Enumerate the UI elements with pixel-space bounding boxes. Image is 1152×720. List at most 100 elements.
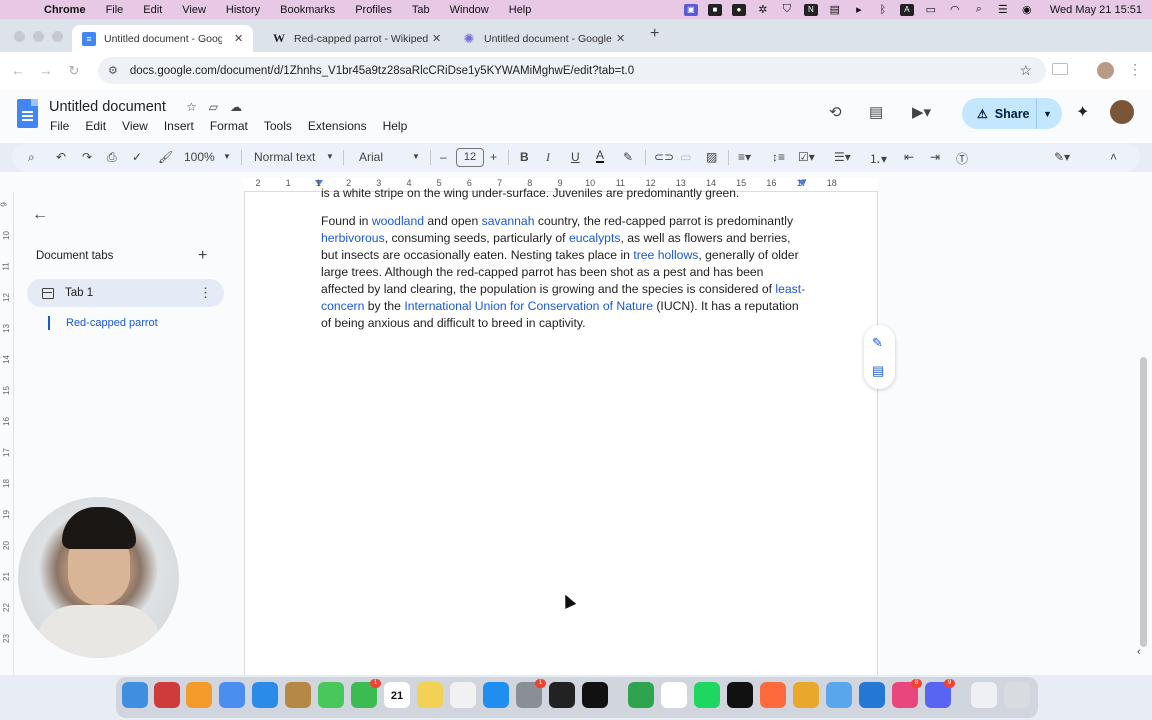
brightness-icon[interactable]: ✲	[756, 4, 770, 16]
text-color-icon[interactable]: A	[596, 149, 605, 163]
claude-icon[interactable]	[760, 682, 786, 708]
safari-icon[interactable]	[252, 682, 278, 708]
add-comment-icon[interactable]: ▤	[872, 363, 884, 379]
document-page[interactable]: is a white stripe on the wing under-surf…	[244, 186, 878, 675]
video-icon[interactable]: ■	[707, 3, 722, 16]
profile-avatar[interactable]	[1097, 62, 1114, 79]
bookmark-star-icon[interactable]: ☆	[1019, 62, 1032, 79]
minimize-window-button[interactable]	[33, 31, 44, 42]
print-icon[interactable]: ⎙	[107, 150, 117, 165]
chevron-down-icon[interactable]: ▼	[223, 152, 231, 161]
browser-tab-2[interactable]: W Red-capped parrot - Wikipedia ✕	[262, 25, 451, 52]
docs-logo-icon[interactable]	[17, 99, 38, 128]
chevron-down-icon[interactable]: ▼	[1043, 109, 1052, 119]
menubar-view[interactable]: View	[182, 4, 206, 16]
browser-tab-3[interactable]: ✺ Untitled document - Google Docs ✕	[452, 25, 635, 52]
insert-image-icon[interactable]: ▨	[706, 150, 717, 164]
menu-format[interactable]: Format	[210, 119, 248, 133]
checklist-icon[interactable]: ☑▾	[798, 150, 815, 164]
back-icon[interactable]: ←	[9, 63, 27, 78]
menu-file[interactable]: File	[50, 119, 69, 133]
adobe-icon[interactable]: A	[899, 3, 914, 16]
capcut-icon[interactable]	[727, 682, 753, 708]
notes-icon[interactable]	[417, 682, 443, 708]
link-tree-hollows[interactable]: tree hollows	[633, 248, 698, 262]
play-icon[interactable]: ▸	[852, 4, 866, 16]
address-bar[interactable]: ⚙ docs.google.com/document/d/1Zhnhs_V1br…	[98, 57, 1046, 84]
menubar-bookmarks[interactable]: Bookmarks	[280, 4, 335, 16]
menubar-app-name[interactable]: Chrome	[44, 4, 86, 16]
move-folder-icon[interactable]: ▱	[209, 100, 218, 114]
chevron-down-icon[interactable]: ▼	[412, 152, 420, 161]
close-tab-icon[interactable]: ✕	[432, 32, 441, 45]
facetime-icon[interactable]: 1	[351, 679, 381, 708]
chevron-down-icon[interactable]: ▼	[326, 152, 334, 161]
notion-icon[interactable]: N	[803, 3, 818, 16]
site-info-icon[interactable]: ⚙	[108, 64, 118, 77]
close-outline-arrow-icon[interactable]: ←	[32, 206, 48, 224]
undo-icon[interactable]: ↶	[56, 150, 66, 164]
menubar-profiles[interactable]: Profiles	[355, 4, 392, 16]
address-url[interactable]: docs.google.com/document/d/1Zhnhs_V1br45…	[130, 65, 634, 77]
menu-view[interactable]: View	[122, 119, 148, 133]
menu-edit[interactable]: Edit	[85, 119, 106, 133]
close-tab-icon[interactable]: ✕	[616, 32, 625, 45]
underline-icon[interactable]: U	[571, 150, 580, 164]
chrome-menu-icon[interactable]: ⋮	[1128, 61, 1142, 78]
browser-tab-1[interactable]: ≡ Untitled document - Google Docs ✕	[72, 25, 254, 52]
menubar-edit[interactable]: Edit	[143, 4, 162, 16]
bluetooth-icon[interactable]: ᛒ	[876, 4, 890, 16]
menubar-history[interactable]: History	[226, 4, 260, 16]
link-icon[interactable]: ⊂⊃	[654, 150, 674, 164]
files-icon[interactable]	[826, 682, 852, 708]
bulleted-list-icon[interactable]: ☰▾	[834, 150, 851, 164]
redo-icon[interactable]: ↷	[82, 150, 92, 164]
star-icon[interactable]: ☆	[186, 100, 197, 114]
edit-suggest-icon[interactable]: ✎	[872, 335, 883, 351]
comments-icon[interactable]: ▤	[869, 103, 883, 121]
decrease-indent-icon[interactable]: ⇤	[904, 150, 914, 164]
numbered-list-icon[interactable]: ⒈▾	[869, 150, 887, 167]
share-button[interactable]: ⚠ Share ▼	[962, 98, 1062, 129]
cloud-status-icon[interactable]: ☁	[230, 100, 242, 114]
launchpad-icon[interactable]	[186, 682, 212, 708]
document-title[interactable]: Untitled document	[49, 99, 166, 115]
trash-icon[interactable]	[1004, 682, 1030, 708]
meet-icon[interactable]: ▶▾	[912, 103, 931, 121]
decrease-font-icon[interactable]: –	[440, 150, 447, 164]
slack-icon[interactable]: 8	[892, 679, 922, 708]
clipboard-icon[interactable]: ▤	[828, 4, 842, 16]
bold-icon[interactable]: B	[520, 150, 529, 164]
sidebar-tab-1[interactable]: Tab 1 ⋮	[27, 279, 224, 307]
body-paragraph[interactable]: Found in woodland and open savannah coun…	[321, 213, 807, 332]
menu-extensions[interactable]: Extensions	[308, 119, 367, 133]
tab-options-icon[interactable]: ⋮	[199, 285, 212, 301]
screen-record-icon[interactable]: ▣	[683, 3, 698, 16]
account-avatar[interactable]	[1110, 100, 1134, 124]
add-tab-icon[interactable]: +	[198, 247, 207, 265]
tab-search-icon[interactable]	[1052, 63, 1068, 75]
mail-icon[interactable]	[219, 682, 245, 708]
chrome-icon[interactable]	[793, 682, 819, 708]
add-comment-icon[interactable]: ▭	[680, 150, 691, 164]
new-tab-button[interactable]: +	[650, 25, 659, 43]
pencil-app-icon[interactable]	[154, 682, 180, 708]
zoom-window-button[interactable]	[52, 31, 63, 42]
battery-icon[interactable]: ▭	[924, 4, 938, 16]
outline-heading-item[interactable]: Red-capped parrot	[66, 317, 158, 329]
menu-tools[interactable]: Tools	[264, 119, 292, 133]
archive-icon[interactable]	[285, 682, 311, 708]
siri-icon[interactable]: ◉	[1020, 4, 1034, 16]
editing-mode-icon[interactable]: ✎▾	[1054, 150, 1070, 164]
activity-monitor-icon[interactable]	[549, 682, 575, 708]
shield-icon[interactable]: ⛉	[780, 3, 794, 16]
font-select[interactable]: Arial	[359, 150, 383, 164]
zoom-select[interactable]: 100%	[184, 150, 215, 164]
link-woodland[interactable]: woodland	[372, 214, 424, 228]
menubar-file[interactable]: File	[106, 4, 124, 16]
collapse-menus-icon[interactable]: ˄	[1110, 150, 1117, 164]
font-size-input[interactable]: 12	[456, 148, 484, 167]
link-savannah[interactable]: savannah	[482, 214, 535, 228]
clear-formatting-icon[interactable]: Ⓣ	[956, 150, 968, 167]
system-settings-icon[interactable]: 1	[516, 679, 546, 708]
